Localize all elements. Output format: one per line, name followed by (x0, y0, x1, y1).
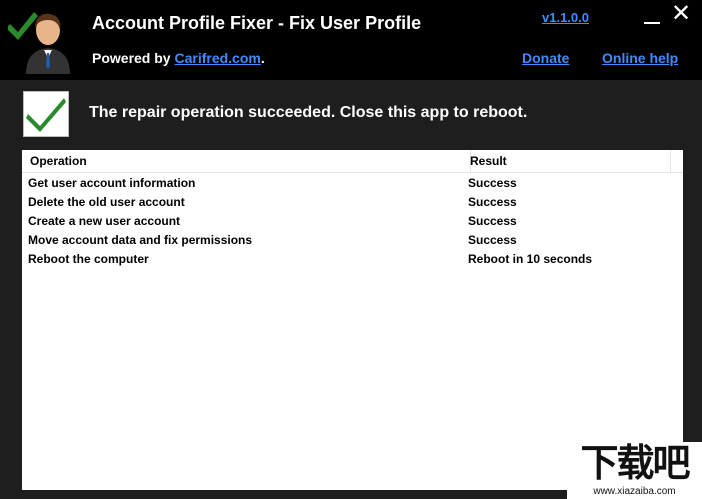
column-header-operation[interactable]: Operation (22, 150, 471, 172)
carifred-link[interactable]: Carifred.com (174, 50, 260, 66)
powered-by: Powered by Carifred.com. (92, 50, 265, 66)
watermark-text: 下载吧 (580, 443, 690, 485)
close-button[interactable]: ✕ (671, 2, 691, 26)
table-header: Operation Result (22, 150, 683, 173)
column-header-result[interactable]: Result (462, 150, 671, 172)
online-help-link[interactable]: Online help (602, 50, 678, 66)
operation-cell: Get user account information (28, 176, 196, 190)
operation-cell: Reboot the computer (28, 252, 149, 266)
app-title: Account Profile Fixer - Fix User Profile (92, 13, 422, 33)
status-message: The repair operation succeeded. Close th… (89, 104, 528, 121)
table-row[interactable]: Delete the old user account Success (22, 193, 683, 212)
watermark-url: www.xiazaiba.com (593, 486, 676, 497)
watermark-logo: 下载吧 www.xiazaiba.com (567, 442, 702, 499)
table-row[interactable]: Create a new user account Success (22, 212, 683, 231)
title-bar: Account Profile Fixer - Fix User Profile… (0, 0, 702, 80)
result-cell: Reboot in 10 seconds (468, 252, 593, 266)
app-window: Account Profile Fixer - Fix User Profile… (0, 0, 702, 499)
powered-prefix: Powered by (92, 50, 175, 66)
table-row[interactable]: Move account data and fix permissions Su… (22, 231, 683, 250)
operations-table: Operation Result Get user account inform… (22, 150, 683, 490)
version-link[interactable]: v1.1.0.0 (542, 10, 589, 25)
success-check-icon (23, 91, 69, 137)
minimize-button[interactable] (644, 10, 660, 26)
table-row[interactable]: Reboot the computer Reboot in 10 seconds (22, 250, 683, 269)
table-row[interactable]: Get user account information Success (22, 174, 683, 193)
operation-cell: Delete the old user account (28, 195, 185, 209)
result-cell: Success (468, 214, 517, 228)
result-cell: Success (468, 233, 517, 247)
donate-link[interactable]: Donate (522, 50, 569, 66)
checkmark-icon (26, 98, 66, 132)
operation-cell: Move account data and fix permissions (28, 233, 253, 247)
powered-suffix: . (260, 50, 265, 66)
result-cell: Success (468, 176, 517, 190)
user-avatar-check-icon (8, 12, 70, 74)
result-cell: Success (468, 195, 517, 209)
operation-cell: Create a new user account (28, 214, 181, 228)
